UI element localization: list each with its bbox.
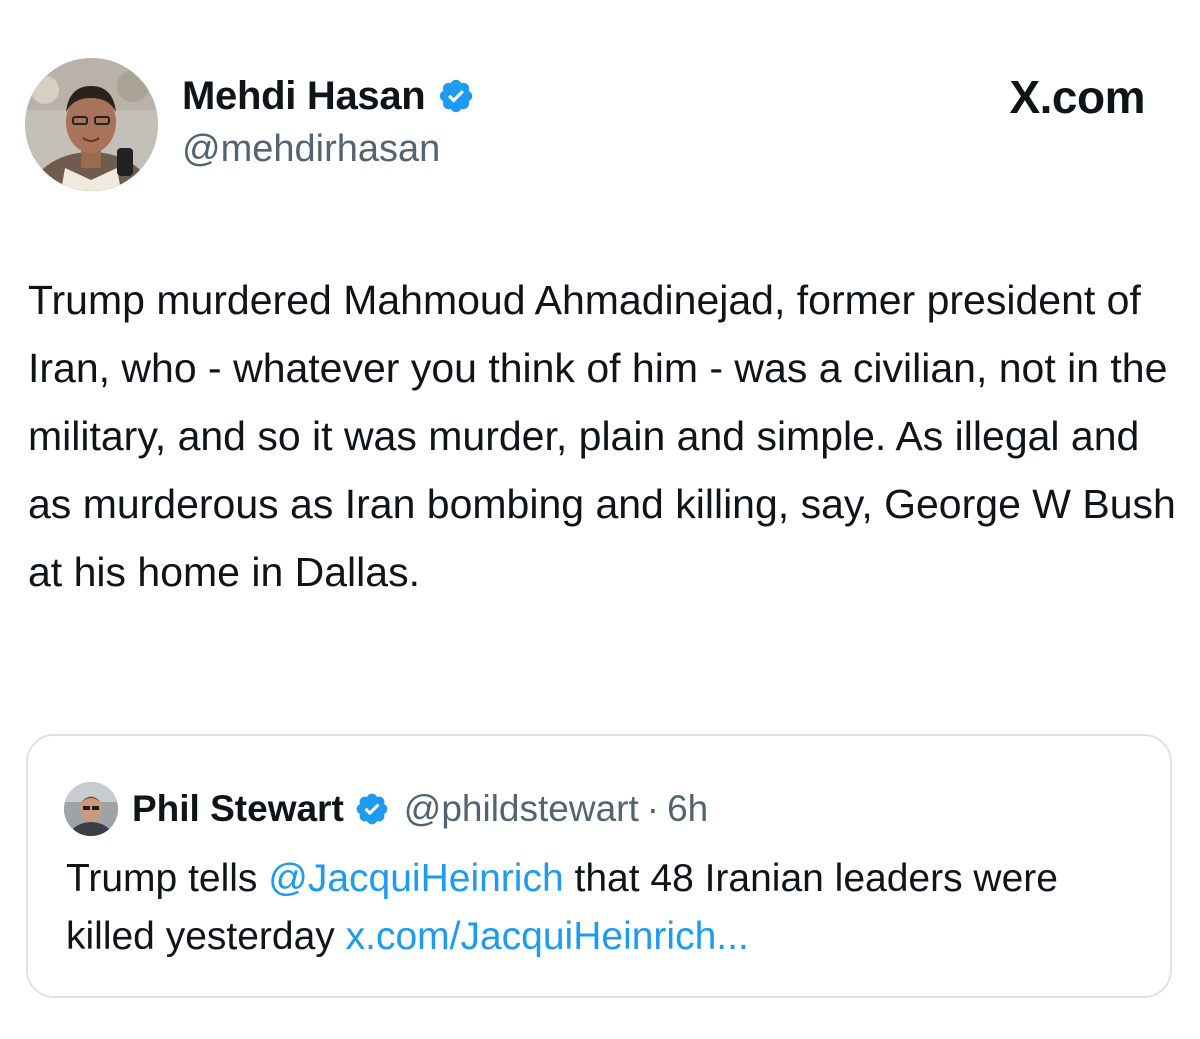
quote-author-name[interactable]: Phil Stewart: [132, 788, 344, 830]
quoted-post-card[interactable]: Phil Stewart @phildstewart · 6h Trump te…: [26, 734, 1172, 998]
quote-text-before: Trump tells: [66, 857, 269, 900]
post-header: Mehdi Hasan @mehdirhasan X.com: [0, 0, 1200, 200]
author-name-row: Mehdi Hasan: [182, 68, 475, 124]
author-handle[interactable]: @mehdirhasan: [182, 128, 440, 171]
verified-badge-icon: [440, 79, 473, 113]
quote-author-handle[interactable]: @phildstewart: [404, 788, 639, 830]
quote-timestamp[interactable]: 6h: [667, 788, 708, 830]
quote-avatar-image: [64, 782, 118, 836]
quote-author-avatar[interactable]: [64, 782, 118, 836]
post-text: Trump murdered Mahmoud Ahmadinejad, form…: [28, 277, 1176, 595]
quote-header: Phil Stewart @phildstewart · 6h: [132, 780, 708, 838]
author-avatar-image: [25, 58, 158, 191]
quote-url-link[interactable]: x.com/JacquiHeinrich...: [346, 915, 749, 958]
quote-mention-link[interactable]: @JacquiHeinrich: [268, 857, 563, 900]
author-name[interactable]: Mehdi Hasan: [182, 74, 426, 119]
site-label: X.com: [1009, 71, 1145, 123]
author-avatar[interactable]: [25, 58, 158, 191]
quote-verified-badge-icon: [356, 793, 388, 825]
quote-separator: ·: [646, 788, 660, 829]
quote-text: Trump tells @JacquiHeinrich that 48 Iran…: [66, 850, 1146, 966]
